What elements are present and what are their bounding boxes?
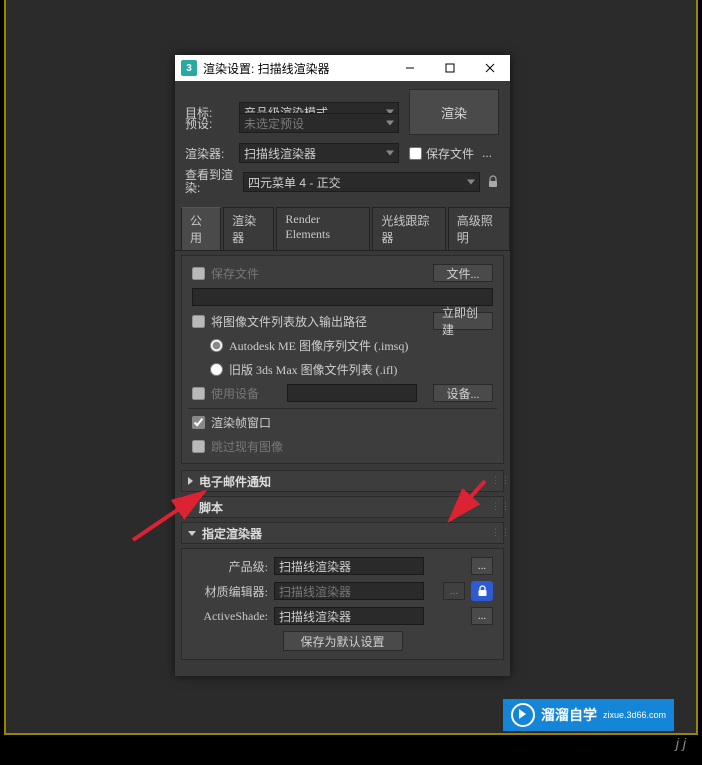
device-field (287, 384, 417, 402)
production-choose-button[interactable]: ... (471, 557, 493, 575)
material-editor-label: 材质编辑器: (192, 583, 268, 600)
tabs: 公用 渲染器 Render Elements 光线跟踪器 高级照明 (175, 207, 510, 251)
file-button[interactable]: 文件... (433, 264, 493, 282)
production-label: 产品级: (192, 558, 268, 575)
create-now-button[interactable]: 立即创建 (433, 312, 493, 330)
render-setup-dialog: 3 渲染设置: 扫描线渲染器 目标: 产品级渲染模式 渲染 预设: 未选定预设 (175, 55, 510, 676)
save-defaults-button[interactable]: 保存为默认设置 (283, 631, 403, 651)
tab-common[interactable]: 公用 (181, 207, 221, 250)
maximize-button[interactable] (430, 55, 470, 81)
rollout-email-notification[interactable]: 电子邮件通知 (181, 470, 504, 492)
render-output-group: 保存文件 文件... 将图像文件列表放入输出路径 立即创建 Autodesk M… (181, 255, 504, 464)
rollout-scripts[interactable]: 脚本 (181, 496, 504, 518)
save-file-checkbox-2[interactable] (192, 267, 205, 280)
activeshade-renderer-field: 扫描线渲染器 (274, 607, 424, 625)
use-device-checkbox[interactable] (192, 387, 205, 400)
rollout-assign-renderer[interactable]: 指定渲染器 (181, 522, 504, 544)
mat-editor-choose-button[interactable]: ... (443, 582, 465, 600)
preset-dropdown[interactable]: 未选定预设 (239, 113, 399, 133)
site-badge: 溜溜自学 zixue.3d66.com (503, 699, 674, 731)
save-file-dots[interactable]: ... (482, 146, 492, 160)
renderer-dropdown[interactable]: 扫描线渲染器 (239, 143, 399, 163)
tab-renderer[interactable]: 渲染器 (223, 207, 274, 250)
put-imgseq-checkbox[interactable] (192, 315, 205, 328)
view-to-render-label: 查看到渲染: (185, 169, 237, 195)
window-title: 渲染设置: 扫描线渲染器 (203, 60, 390, 77)
render-frame-window-checkbox[interactable] (192, 416, 205, 429)
device-button[interactable]: 设备... (433, 384, 493, 402)
app-icon: 3 (181, 60, 197, 76)
renderer-label: 渲染器: (185, 145, 233, 162)
skip-existing-checkbox[interactable] (192, 440, 205, 453)
tab-adv-lighting[interactable]: 高级照明 (448, 207, 510, 250)
close-button[interactable] (470, 55, 510, 81)
tab-raytracer[interactable]: 光线跟踪器 (372, 207, 445, 250)
activeshade-label: ActiveShade: (192, 609, 268, 624)
activeshade-choose-button[interactable]: ... (471, 607, 493, 625)
play-icon (511, 703, 535, 727)
radio-autodesk-me[interactable] (210, 339, 223, 352)
preset-label: 预设: (185, 115, 233, 132)
titlebar: 3 渲染设置: 扫描线渲染器 (175, 55, 510, 81)
assign-renderer-group: 产品级: 扫描线渲染器 ... 材质编辑器: 扫描线渲染器 ... Active… (181, 548, 504, 660)
tab-render-elements[interactable]: Render Elements (276, 207, 370, 250)
radio-legacy-ifl[interactable] (210, 363, 223, 376)
minimize-button[interactable] (390, 55, 430, 81)
view-to-render-dropdown[interactable]: 四元菜单 4 - 正交 (243, 172, 480, 192)
save-file-label: 保存文件 (426, 145, 474, 162)
mat-editor-renderer-field: 扫描线渲染器 (274, 582, 424, 600)
save-file-checkbox[interactable] (409, 147, 422, 160)
lock-mat-editor-button[interactable] (471, 581, 493, 601)
watermark: j j (676, 735, 686, 751)
lock-icon[interactable] (486, 175, 500, 189)
production-renderer-field: 扫描线渲染器 (274, 557, 424, 575)
